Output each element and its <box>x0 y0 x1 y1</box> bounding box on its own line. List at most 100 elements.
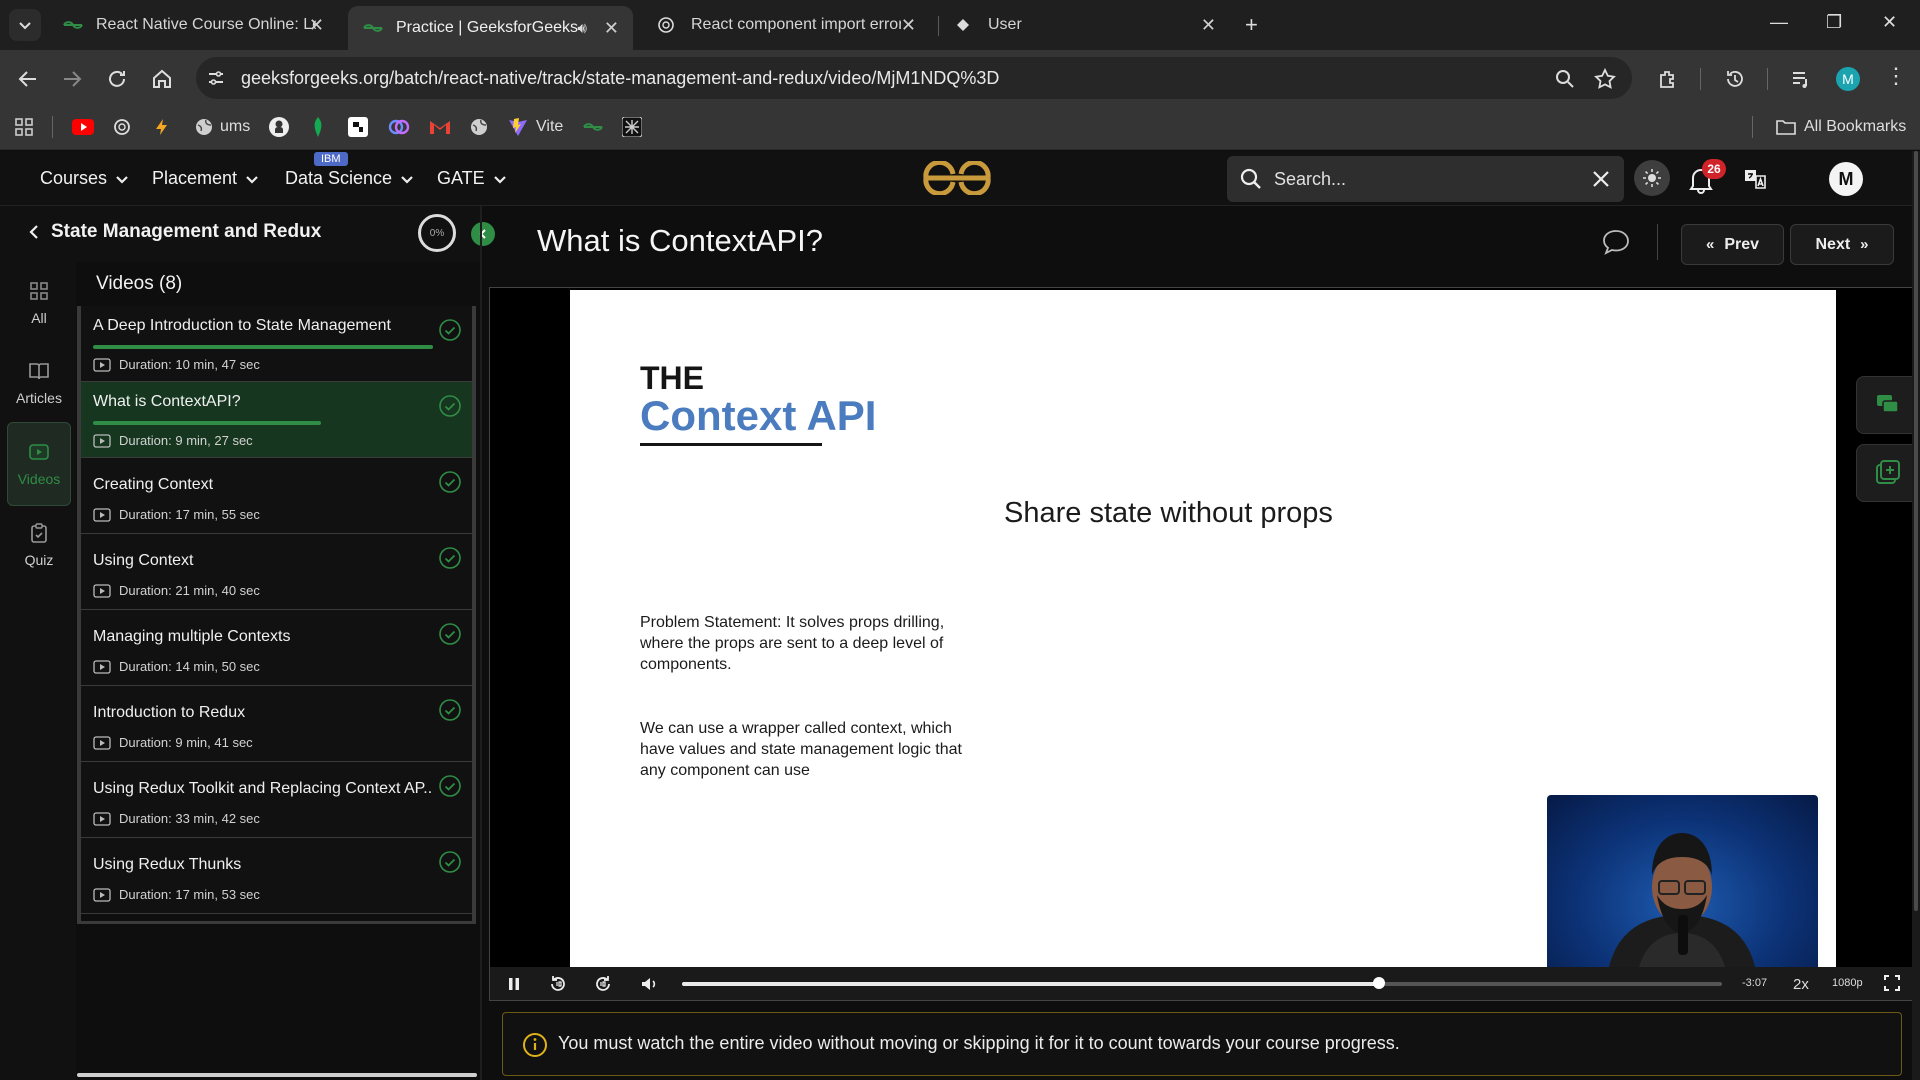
prev-button[interactable]: « Prev <box>1681 224 1784 265</box>
close-tab-icon[interactable]: ✕ <box>1201 15 1216 36</box>
apps-grid-icon[interactable] <box>14 117 34 137</box>
zoom-icon[interactable] <box>1553 67 1577 91</box>
kebab-menu-icon[interactable]: ⋮ <box>1885 63 1907 89</box>
menu-gate[interactable]: GATE <box>437 168 507 189</box>
comment-icon[interactable] <box>1601 228 1631 256</box>
user-avatar[interactable]: M <box>1829 162 1863 196</box>
replit-bookmark-icon[interactable] <box>348 114 368 140</box>
next-label: Next <box>1815 235 1851 253</box>
rewind-icon[interactable] <box>548 974 568 994</box>
bookmark-app-icon[interactable] <box>622 114 642 140</box>
video-list: A Deep Introduction to State Management D… <box>77 306 476 924</box>
home-icon[interactable] <box>150 67 174 91</box>
extensions-icon[interactable] <box>1656 67 1680 91</box>
bookmark-app-icon[interactable] <box>388 114 410 140</box>
scrollbar-thumb[interactable] <box>1914 151 1918 911</box>
back-arrow-icon[interactable] <box>16 67 40 91</box>
ums-bookmark[interactable]: ums <box>194 114 250 140</box>
forward-icon[interactable] <box>593 974 613 994</box>
rail-item-articles[interactable]: Articles <box>7 343 71 423</box>
tab-search-button[interactable] <box>9 9 41 41</box>
profile-avatar[interactable]: M <box>1836 67 1860 91</box>
chevron-down-icon <box>401 175 413 184</box>
fullscreen-icon[interactable] <box>1883 974 1901 992</box>
video-list-item[interactable]: Using Context Duration: 21 min, 40 sec <box>81 534 472 610</box>
site-search-box[interactable]: Search... <box>1227 156 1624 202</box>
doubt-chat-button[interactable] <box>1856 376 1920 434</box>
quality-selector[interactable]: 1080p <box>1832 977 1863 989</box>
page-vertical-scrollbar[interactable] <box>1912 151 1920 1080</box>
globe-icon <box>196 119 212 135</box>
browser-tab[interactable]: User ✕ <box>940 6 1230 44</box>
vite-icon <box>509 118 527 136</box>
menu-courses[interactable]: Courses <box>40 168 129 189</box>
video-list-item[interactable]: What is ContextAPI? Duration: 9 min, 27 s… <box>81 382 472 458</box>
mongodb-bookmark-icon[interactable] <box>310 114 326 140</box>
browser-tab-active[interactable]: Practice | GeeksforGeeks | A 🔊︎ ✕ <box>348 6 633 50</box>
video-title: Introduction to Redux <box>93 704 246 721</box>
duration-text: Duration: 33 min, 42 sec <box>119 811 260 826</box>
video-list-item[interactable]: Using Redux Thunks Duration: 17 min, 53 s… <box>81 838 472 914</box>
menu-label: Placement <box>152 168 238 188</box>
restore-icon[interactable]: ❐ <box>1826 12 1842 33</box>
menu-data-science[interactable]: Data Science <box>285 168 414 189</box>
clear-search-icon[interactable] <box>1592 170 1610 188</box>
theme-toggle-button[interactable] <box>1634 160 1670 196</box>
volume-icon[interactable] <box>639 974 659 994</box>
video-list-item[interactable]: Introduction to Redux Duration: 9 min, 41… <box>81 686 472 762</box>
video-list-item[interactable]: Using Redux Toolkit and Replacing Contex… <box>81 762 472 838</box>
close-tab-icon[interactable]: ✕ <box>309 15 324 36</box>
back-chevron-icon[interactable] <box>28 224 40 240</box>
close-tab-icon[interactable]: ✕ <box>604 18 619 39</box>
browser-tab[interactable]: React Native Course Online: Lea ✕ <box>48 6 338 44</box>
video-list-item[interactable]: Creating Context Duration: 17 min, 55 sec <box>81 458 472 534</box>
video-duration: Duration: 9 min, 27 sec <box>93 433 253 448</box>
video-list-item[interactable]: Managing multiple Contexts Duration: 14 m… <box>81 610 472 686</box>
add-note-button[interactable] <box>1856 444 1920 502</box>
new-tab-plus-icon[interactable]: + <box>1245 12 1258 38</box>
add-note-icon <box>1876 460 1900 484</box>
speaker-icon[interactable]: 🔊︎ <box>578 20 587 37</box>
duration-text: Duration: 17 min, 53 sec <box>119 887 260 902</box>
notification-count-badge: 26 <box>1702 159 1726 179</box>
youtube-bookmark-icon[interactable] <box>72 114 94 140</box>
chevron-down-icon <box>493 175 506 184</box>
playback-speed[interactable]: 2x <box>1793 976 1809 993</box>
rail-label: All <box>31 310 47 326</box>
github-bookmark-icon[interactable] <box>268 114 290 140</box>
chat-bubbles-icon <box>1877 395 1899 413</box>
pause-icon[interactable] <box>504 974 524 994</box>
translate-icon[interactable] <box>1743 167 1767 191</box>
gfg-bookmark-icon[interactable] <box>582 114 604 140</box>
next-button[interactable]: Next » <box>1790 224 1894 265</box>
toolbar-divider <box>1700 68 1701 90</box>
gfg-logo-icon[interactable] <box>922 161 992 195</box>
all-bookmarks-button[interactable]: All Bookmarks <box>1776 114 1906 140</box>
media-control-icon[interactable] <box>1789 67 1813 91</box>
lesson-title: What is ContextAPI? <box>537 223 824 258</box>
sidebar-horizontal-scrollbar[interactable] <box>77 1073 477 1077</box>
bolt-bookmark-icon[interactable] <box>152 114 172 140</box>
history-icon[interactable] <box>1723 67 1747 91</box>
video-list-item[interactable]: A Deep Introduction to State Management D… <box>81 306 472 382</box>
minimize-icon[interactable]: — <box>1770 12 1788 33</box>
forward-arrow-icon[interactable] <box>60 67 84 91</box>
rail-item-videos[interactable]: Videos <box>7 422 71 506</box>
close-tab-icon[interactable]: ✕ <box>901 15 916 36</box>
gmail-bookmark-icon[interactable] <box>429 114 451 140</box>
chatgpt-bookmark-icon[interactable] <box>112 114 132 140</box>
star-bookmark-icon[interactable] <box>1593 67 1617 91</box>
seek-bar-handle[interactable] <box>1373 977 1385 989</box>
collapse-sidebar-button[interactable] <box>471 222 495 246</box>
browser-tab[interactable]: React component import error ✕ <box>643 6 930 44</box>
menu-placement[interactable]: Placement <box>152 168 259 189</box>
site-info-icon[interactable] <box>206 68 226 88</box>
video-watch-progress <box>93 421 321 425</box>
window-close-icon[interactable]: ✕ <box>1882 12 1897 33</box>
globe-bookmark-icon[interactable] <box>469 114 489 140</box>
rail-item-quiz[interactable]: Quiz <box>7 505 71 585</box>
rail-item-all[interactable]: All <box>7 263 71 343</box>
vite-bookmark[interactable]: Vite <box>508 114 563 140</box>
prev-label: Prev <box>1724 235 1760 253</box>
reload-icon[interactable] <box>105 67 129 91</box>
